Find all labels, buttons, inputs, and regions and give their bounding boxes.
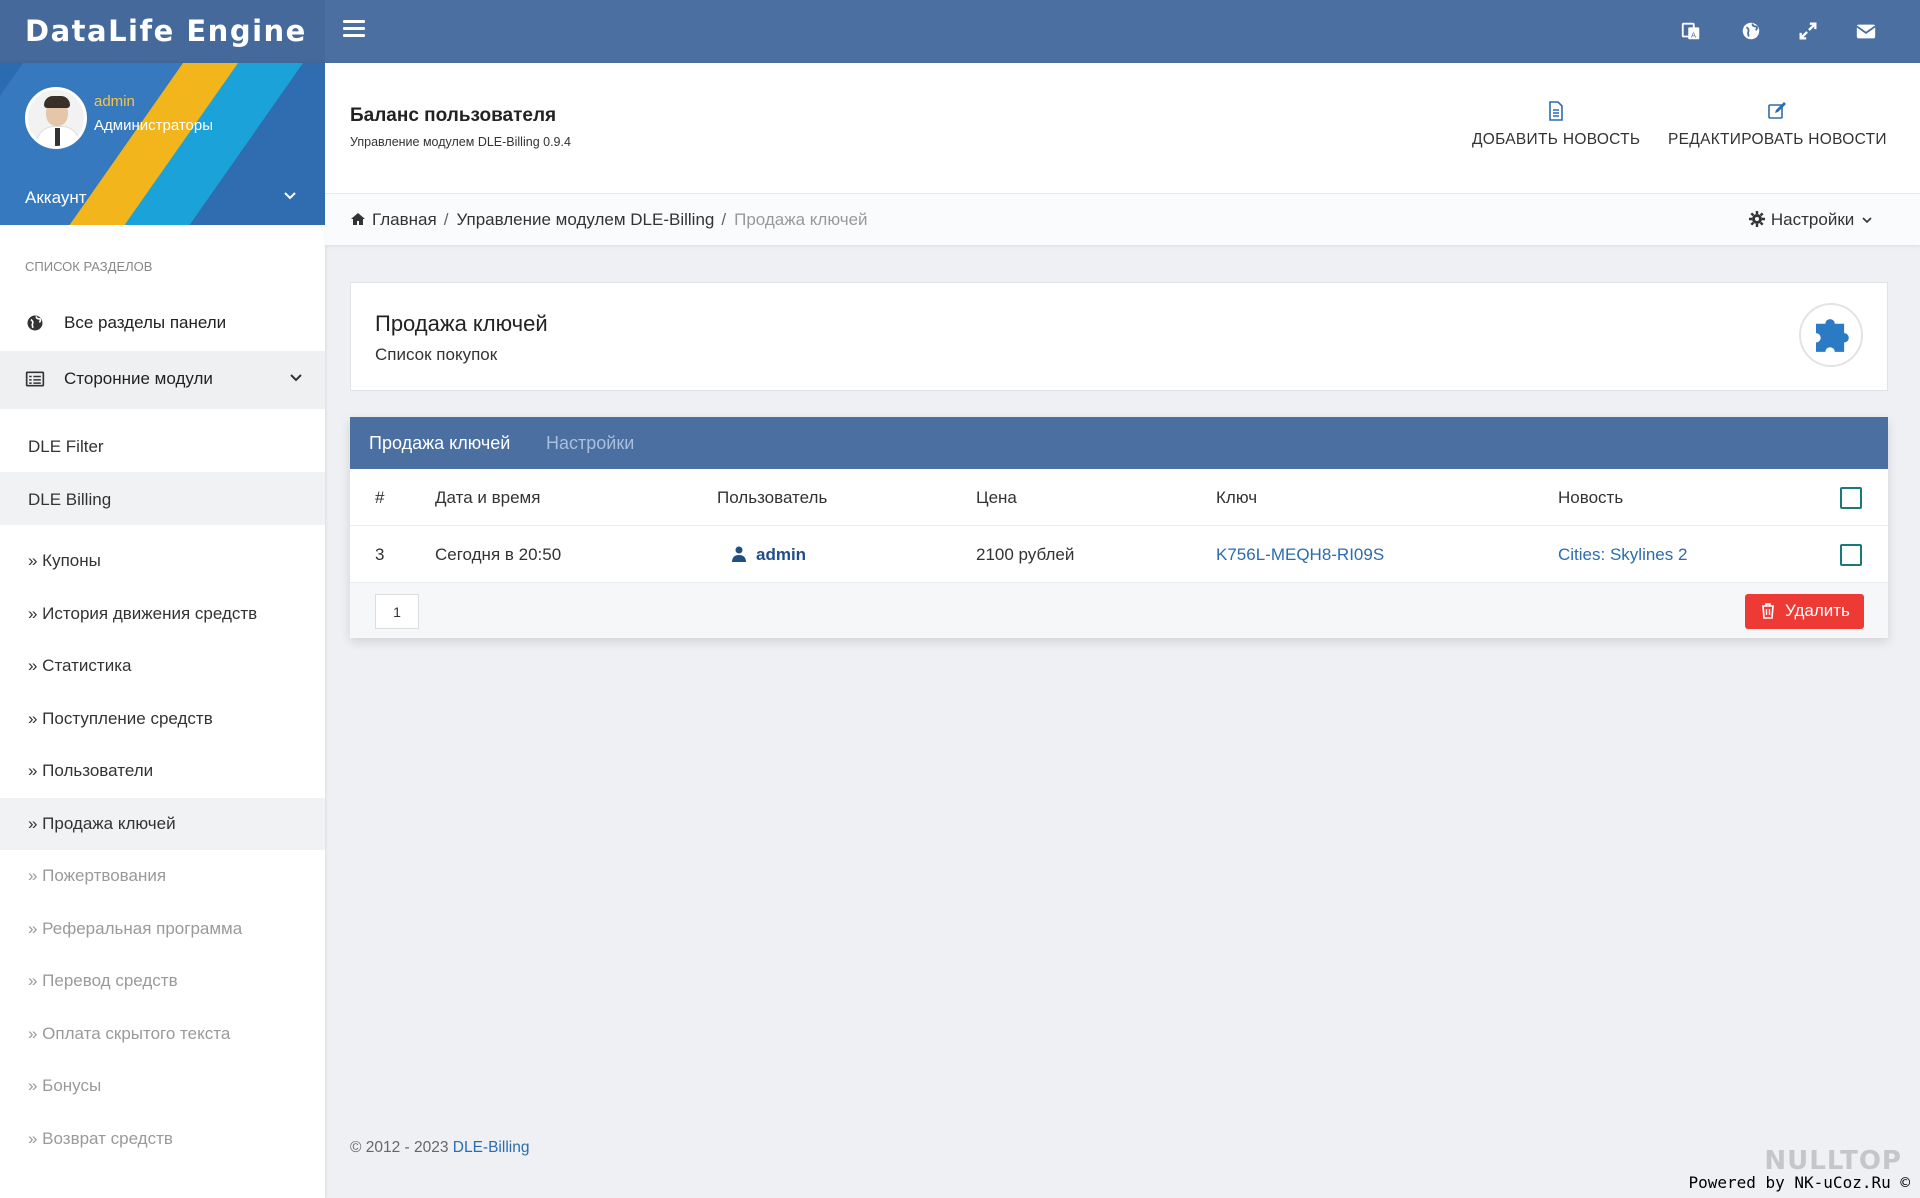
add-news-label: ДОБАВИТЬ НОВОСТЬ [1472,131,1641,148]
breadcrumb-bar: Главная / Управление модулем DLE-Billing / П… [325,193,1920,245]
copyright-text: © 2012 - 2023 [350,1139,449,1156]
home-icon [351,213,365,225]
user-icon [732,546,746,562]
link-hidden-text-payment[interactable]: » Оплата скрытого текста [0,1008,325,1061]
pagination-page[interactable]: 1 [375,594,419,629]
tabs-bar: Продажа ключей Настройки [350,417,1888,469]
trash-icon [1762,603,1774,619]
cell-key-link[interactable]: K756L-MEQH8-RI09S [1216,545,1384,565]
row-checkbox[interactable] [1840,544,1862,566]
powered-by: Powered by NK-uCoz.Ru © [1688,1173,1910,1192]
link-referral-program[interactable]: » Реферальная программа [0,903,325,956]
list-icon [25,371,45,387]
breadcrumb-module[interactable]: Управление модулем DLE-Billing [456,210,714,229]
col-num: # [375,488,385,507]
mail-icon[interactable] [1855,20,1881,46]
col-key: Ключ [1216,488,1258,507]
copyright-link[interactable]: DLE-Billing [453,1139,530,1156]
table-header-row: # Дата и время Пользователь Цена Ключ Но… [350,469,1888,526]
link-key-sales[interactable]: » Продажа ключей [0,797,325,850]
page-subtitle: Управление модулем DLE-Billing 0.9.4 [350,135,571,149]
menu-toggle-icon[interactable] [343,20,365,40]
tab-key-sales[interactable]: Продажа ключей [369,433,510,454]
chevron-down-icon [290,374,302,382]
add-news-button[interactable]: ДОБАВИТЬ НОВОСТЬ [1472,101,1640,149]
translate-icon[interactable]: A [1680,20,1706,46]
table-row: 3 Сегодня в 20:50 admin 2100 рублей K756… [350,526,1888,583]
nav-all-sections[interactable]: Все разделы панели [0,295,325,351]
info-subtitle: Список покупок [375,345,498,364]
link-bonuses[interactable]: » Бонусы [0,1060,325,1113]
link-donations[interactable]: » Пожертвования [0,850,325,903]
breadcrumb-home[interactable]: Главная [372,210,437,229]
breadcrumb: Главная / Управление модулем DLE-Billing / П… [350,210,868,230]
col-user: Пользователь [717,488,828,507]
edit-news-button[interactable]: РЕДАКТИРОВАТЬ НОВОСТИ [1668,101,1887,149]
delete-label: Удалить [1785,601,1850,620]
chevron-down-icon [284,192,296,200]
globe-icon [27,315,43,331]
link-transactions-history[interactable]: » История движения средств [0,588,325,641]
svg-text:A: A [1691,30,1696,39]
link-funds-transfer[interactable]: » Перевод средств [0,955,325,1008]
nav-third-party-label: Сторонние модули [64,369,213,388]
top-navbar: DataLife Engine A [0,0,1920,63]
sidebar: admin Администраторы Аккаунт СПИСОК РАЗД… [0,63,325,1198]
cell-date: Сегодня в 20:50 [435,545,562,564]
account-label: Аккаунт [25,188,87,207]
page-header: Баланс пользователя Управление модулем D… [325,63,1920,193]
avatar[interactable] [25,87,87,149]
user-group: Администраторы [94,117,214,134]
globe-icon[interactable] [1740,20,1766,46]
settings-label: Настройки [1770,210,1855,229]
link-users[interactable]: » Пользователи [0,745,325,798]
link-statistics[interactable]: » Статистика [0,640,325,693]
file-icon [1549,101,1564,121]
info-title: Продажа ключей [375,311,548,336]
copyright: © 2012 - 2023 DLE-Billing [350,1139,529,1157]
puzzle-icon [1799,303,1863,367]
nav-third-party-modules[interactable]: Сторонние модули [0,351,325,409]
user-name[interactable]: admin [94,93,135,110]
nav-all-sections-label: Все разделы панели [64,313,227,332]
user-link[interactable]: admin [756,545,806,564]
breadcrumb-current: Продажа ключей [734,210,868,229]
module-info-panel: Продажа ключей Список покупок [350,282,1888,391]
col-news: Новость [1558,488,1624,507]
section-list-title: СПИСОК РАЗДЕЛОВ [25,259,153,274]
edit-icon [1768,102,1787,119]
module-dle-billing[interactable]: DLE Billing [0,472,325,525]
settings-dropdown[interactable]: Настройки [1748,210,1872,230]
link-coupons[interactable]: » Купоны [0,535,325,588]
col-date: Дата и время [435,488,541,507]
gear-icon [1748,211,1765,227]
cell-user: admin [732,545,806,565]
tab-settings[interactable]: Настройки [546,433,634,454]
edit-news-label: РЕДАКТИРОВАТЬ НОВОСТИ [1668,131,1887,148]
link-incoming-funds[interactable]: » Поступление средств [0,693,325,746]
table-footer: 1 Удалить [350,583,1888,638]
delete-button[interactable]: Удалить [1745,594,1864,629]
brand-logo[interactable]: DataLife Engine [0,0,325,63]
link-refunds[interactable]: » Возврат средств [0,1113,325,1166]
page-title: Баланс пользователя [350,105,557,126]
account-dropdown[interactable]: Аккаунт [0,171,325,225]
user-profile-card: admin Администраторы Аккаунт [0,63,325,225]
col-price: Цена [976,488,1017,507]
fullscreen-icon[interactable] [1797,20,1823,46]
select-all-checkbox[interactable] [1840,487,1862,509]
cell-price: 2100 рублей [976,545,1075,564]
cell-news-link[interactable]: Cities: Skylines 2 [1558,545,1687,565]
cell-num: 3 [375,545,385,564]
chevron-down-icon [1862,217,1872,224]
key-sales-table-panel: Продажа ключей Настройки # Дата и время … [350,417,1888,638]
module-dle-filter[interactable]: DLE Filter [0,419,325,472]
watermark: NULLTOP [1764,1146,1902,1176]
